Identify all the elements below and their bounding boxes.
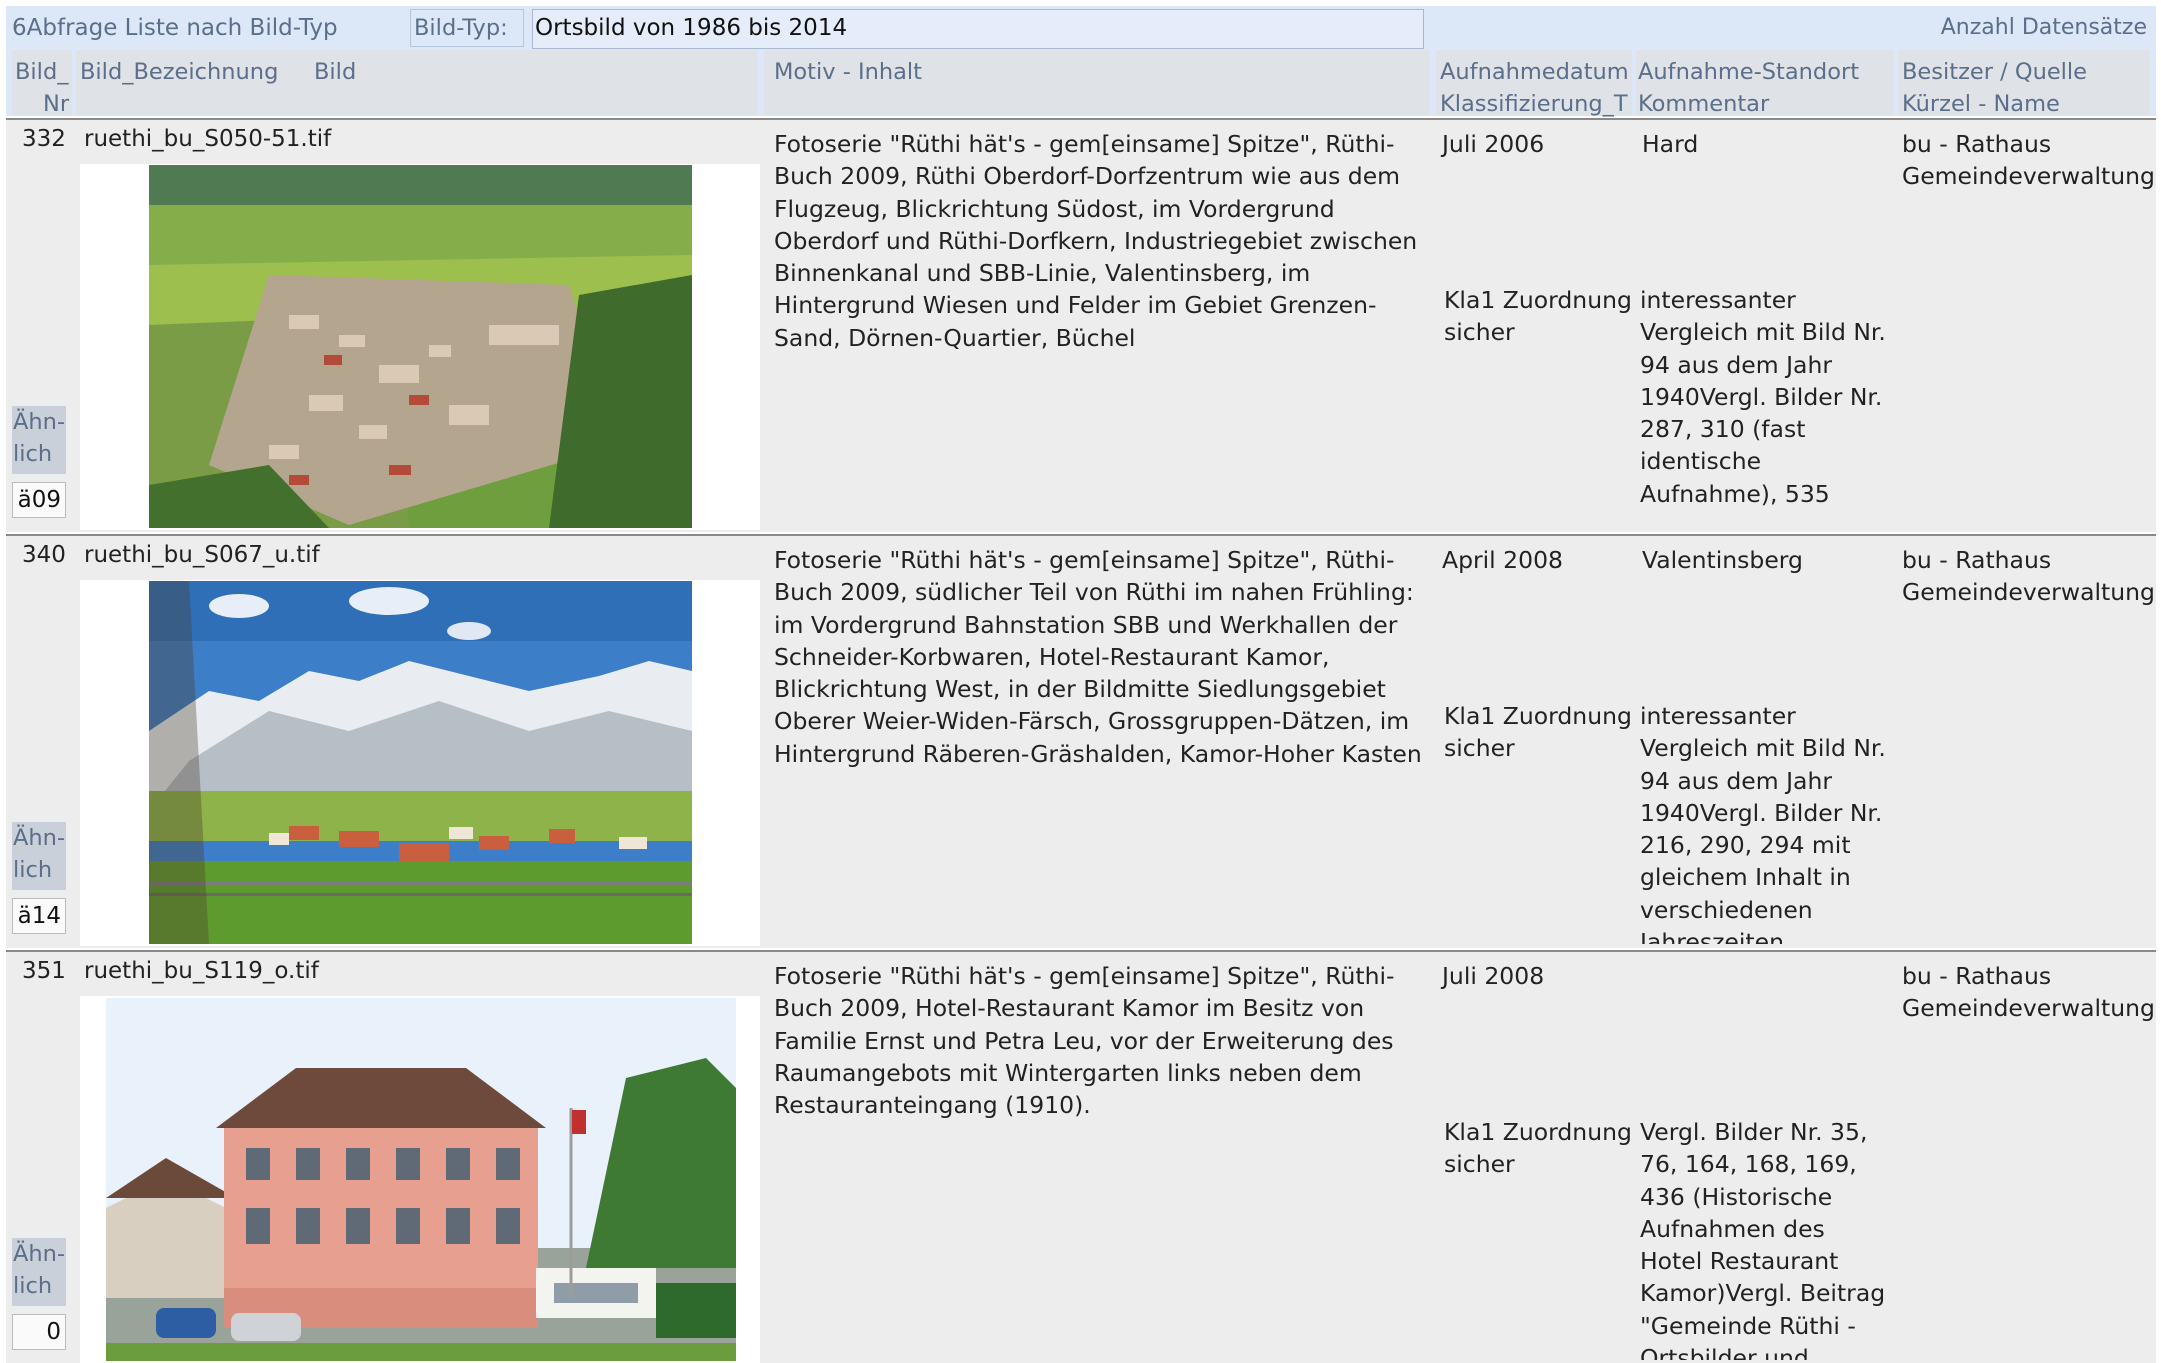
- bild-bezeichnung[interactable]: ruethi_bu_S119_o.tif: [84, 955, 319, 987]
- klassifizierung: Kla1 Zuordnung sicher: [1444, 702, 1632, 763]
- col-header-motiv: Motiv - Inhalt: [774, 59, 923, 85]
- aufnahmedatum: Juli 2008: [1442, 962, 1545, 990]
- kommentar: Vergl. Bilder Nr. 35, 76, 164, 168, 169,…: [1640, 1118, 1886, 1360]
- aufnahme-standort: Hard: [1642, 130, 1699, 158]
- col-header-kommentar: Kommentar: [1638, 91, 1770, 117]
- col-header-bild-nr-1: Bild_: [15, 59, 69, 85]
- aehnlich-field[interactable]: 0: [12, 1314, 66, 1350]
- bild-nr: 351: [22, 958, 66, 984]
- col-header-besitzer: Besitzer / Quelle: [1902, 59, 2088, 85]
- report-title: 6Abfrage Liste nach Bild-Typ: [12, 15, 338, 41]
- aehnlich-label-1: Ähn-: [13, 409, 66, 435]
- col-header-kuerzel-name: Kürzel - Name: [1902, 91, 2060, 117]
- aufnahme-standort: Valentinsberg: [1642, 546, 1803, 574]
- village-aerial-photo: [149, 165, 692, 528]
- col-header-aufnahmedatum: Aufnahmedatum: [1440, 59, 1629, 85]
- aufnahmedatum: April 2008: [1442, 546, 1563, 574]
- hotel-building-photo: [106, 998, 736, 1361]
- besitzer-kuerzel: bu - Rathaus: [1902, 546, 2052, 574]
- kommentar: interessanter Vergleich mit Bild Nr. 94 …: [1640, 702, 1886, 944]
- col-header-bezeichnung: Bild_Bezeichnung: [80, 59, 279, 85]
- bildtyp-filter-field[interactable]: Ortsbild von 1986 bis 2014: [532, 9, 1424, 49]
- motiv-text: Fotoserie "Rüthi hät's - gem[einsame] Sp…: [774, 546, 1422, 768]
- bildtyp-label: Bild-Typ:: [414, 15, 508, 41]
- kommentar: interessanter Vergleich mit Bild Nr. 94 …: [1640, 286, 1886, 508]
- aehnlich-field[interactable]: ä09: [12, 482, 66, 518]
- besitzer-kuerzel: bu - Rathaus: [1902, 962, 2052, 990]
- besitzer-name: Gemeindeverwaltung: [1902, 994, 2155, 1022]
- bild-nr: 332: [22, 126, 66, 152]
- bild-bezeichnung[interactable]: ruethi_bu_S050-51.tif: [84, 123, 331, 155]
- aehnlich-label-2: lich: [13, 857, 53, 883]
- record-count-label: Anzahl Datensätze: [1940, 15, 2147, 40]
- aehnlich-label-1: Ähn-: [13, 825, 66, 851]
- bild-bezeichnung[interactable]: ruethi_bu_S067_u.tif: [84, 539, 320, 571]
- col-header-bild: Bild: [314, 59, 357, 85]
- bild-nr: 340: [22, 542, 66, 568]
- klassifizierung: Kla1 Zuordnung sicher: [1444, 1118, 1632, 1179]
- aehnlich-label-2: lich: [13, 441, 53, 467]
- col-header-standort: Aufnahme-Standort: [1638, 59, 1860, 85]
- aufnahmedatum: Juli 2006: [1442, 130, 1545, 158]
- besitzer-kuerzel: bu - Rathaus: [1902, 130, 2052, 158]
- klassifizierung: Kla1 Zuordnung sicher: [1444, 286, 1632, 347]
- aehnlich-label-2: lich: [13, 1273, 53, 1299]
- col-header-bild-nr-2: Nr: [43, 91, 70, 117]
- motiv-text: Fotoserie "Rüthi hät's - gem[einsame] Sp…: [774, 962, 1395, 1120]
- besitzer-name: Gemeindeverwaltung: [1902, 162, 2155, 190]
- snowy-mountain-photo: [149, 581, 692, 944]
- motiv-text: Fotoserie "Rüthi hät's - gem[einsame] Sp…: [774, 130, 1418, 352]
- aehnlich-label-1: Ähn-: [13, 1241, 66, 1267]
- col-header-klassifizierung: Klassifizierung_T: [1440, 91, 1628, 117]
- besitzer-name: Gemeindeverwaltung: [1902, 578, 2155, 606]
- aehnlich-field[interactable]: ä14: [12, 898, 66, 934]
